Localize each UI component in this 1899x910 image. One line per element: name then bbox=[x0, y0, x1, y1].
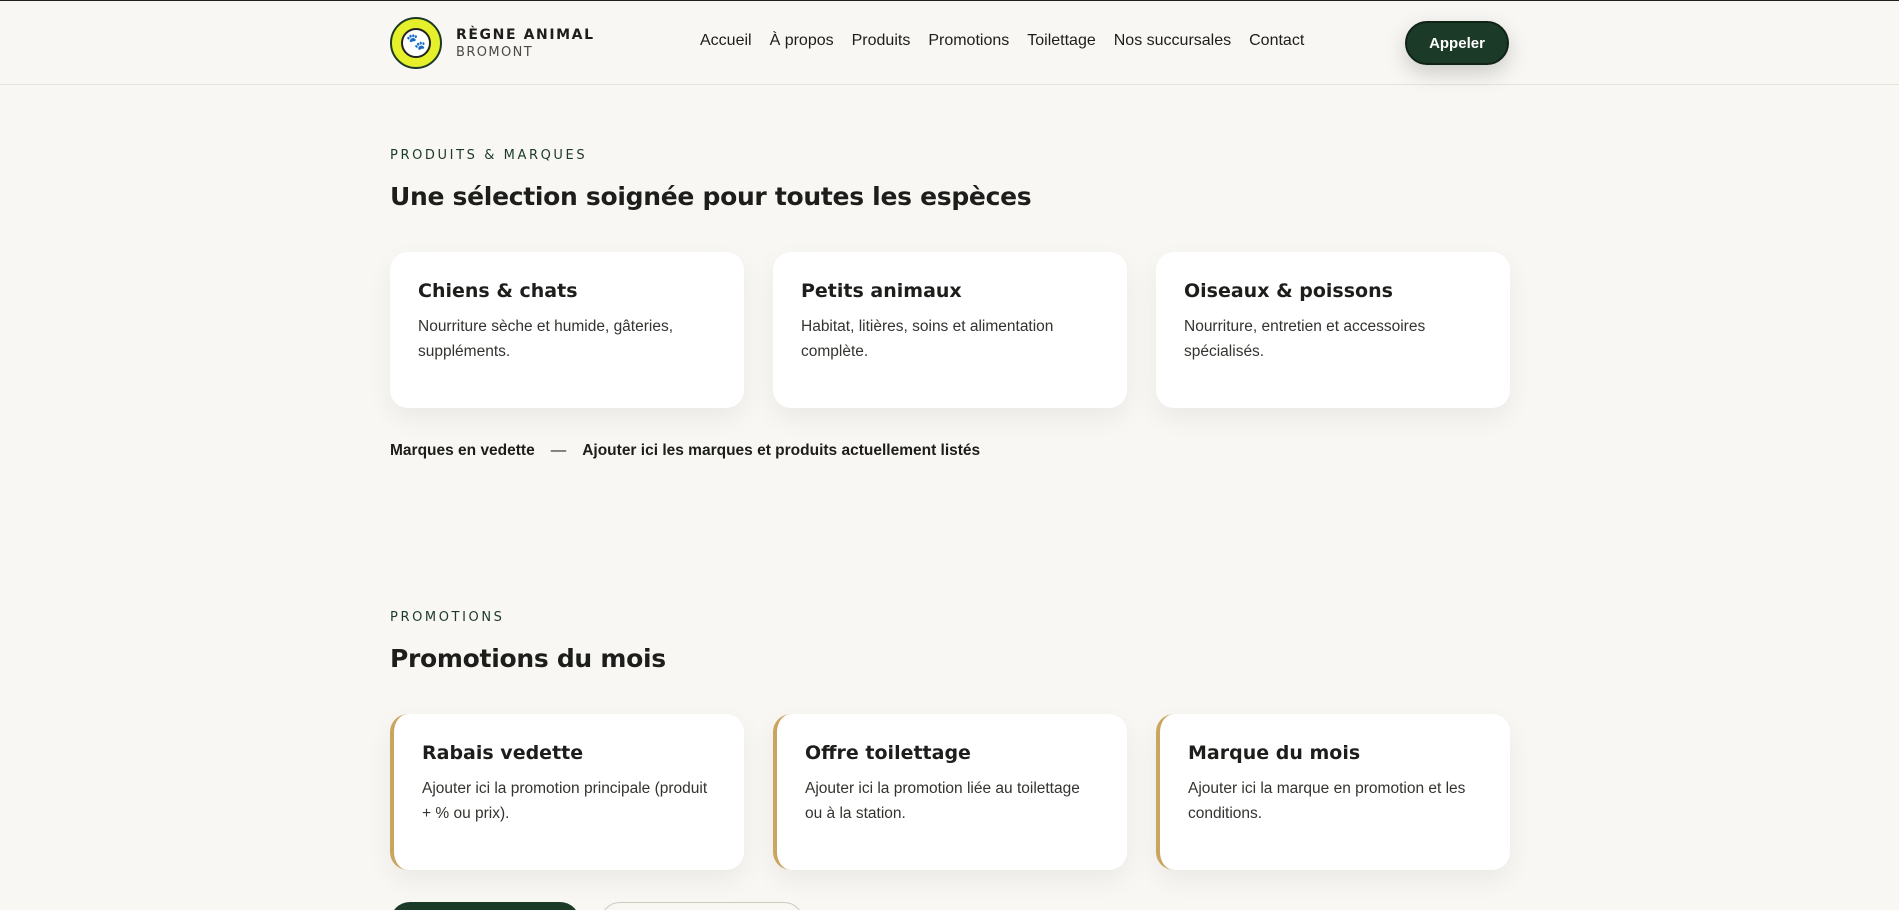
product-card[interactable]: Petits animaux Habitat, litières, soins … bbox=[773, 252, 1127, 408]
card-title: Chiens & chats bbox=[418, 280, 578, 302]
featured-brands: Marques en vedette — Ajouter ici les mar… bbox=[390, 442, 980, 460]
brand-logo[interactable]: 🐾 bbox=[390, 17, 442, 69]
card-title: Rabais vedette bbox=[422, 742, 584, 764]
featured-text: Ajouter ici les marques et produits actu… bbox=[582, 442, 981, 459]
promotion-card[interactable]: Offre toilettage Ajouter ici la promotio… bbox=[773, 714, 1127, 870]
promotions-eyebrow: PROMOTIONS bbox=[390, 610, 505, 625]
primary-action-button[interactable] bbox=[390, 902, 580, 910]
products-title: Une sélection soignée pour toutes les es… bbox=[390, 182, 1032, 211]
brand-name: RÈGNE ANIMAL bbox=[456, 26, 595, 43]
promotions-title: Promotions du mois bbox=[390, 644, 666, 673]
nav-item-promotions[interactable]: Promotions bbox=[928, 32, 1009, 50]
promotion-card[interactable]: Marque du mois Ajouter ici la marque en … bbox=[1156, 714, 1510, 870]
card-title: Oiseaux & poissons bbox=[1184, 280, 1393, 302]
main-nav: Accueil À propos Produits Promotions Toi… bbox=[700, 32, 1322, 50]
product-card[interactable]: Oiseaux & poissons Nourriture, entretien… bbox=[1156, 252, 1510, 408]
card-title: Petits animaux bbox=[801, 280, 962, 302]
card-text: Ajouter ici la marque en promotion et le… bbox=[1188, 780, 1466, 822]
card-text: Nourriture sèche et humide, gâteries, su… bbox=[418, 318, 674, 360]
paw-logo-icon: 🐾 bbox=[401, 28, 431, 58]
nav-item-accueil[interactable]: Accueil bbox=[700, 32, 752, 50]
card-text: Ajouter ici la promotion principale (pro… bbox=[422, 780, 708, 822]
card-text: Ajouter ici la promotion liée au toilett… bbox=[805, 780, 1080, 822]
call-button[interactable]: Appeler bbox=[1405, 21, 1509, 65]
promotion-cards: Rabais vedette Ajouter ici la promotion … bbox=[390, 714, 1510, 870]
nav-item-contact[interactable]: Contact bbox=[1249, 32, 1304, 50]
brand-text: RÈGNE ANIMAL BROMONT bbox=[456, 27, 595, 60]
nav-item-a-propos[interactable]: À propos bbox=[770, 32, 834, 50]
site-header: 🐾 RÈGNE ANIMAL BROMONT Accueil À propos … bbox=[0, 1, 1899, 85]
product-card[interactable]: Chiens & chats Nourriture sèche et humid… bbox=[390, 252, 744, 408]
card-text: Nourriture, entretien et accessoires spé… bbox=[1184, 318, 1426, 360]
brand-city: BROMONT bbox=[456, 44, 534, 60]
nav-item-succursales[interactable]: Nos succursales bbox=[1114, 32, 1231, 50]
card-text: Habitat, litières, soins et alimentation… bbox=[801, 318, 1054, 360]
products-eyebrow: PRODUITS & MARQUES bbox=[390, 148, 588, 163]
featured-label: Marques en vedette bbox=[390, 442, 535, 459]
card-title: Offre toilettage bbox=[805, 742, 971, 764]
nav-item-toilettage[interactable]: Toilettage bbox=[1027, 32, 1096, 50]
nav-item-produits[interactable]: Produits bbox=[852, 32, 911, 50]
card-title: Marque du mois bbox=[1188, 742, 1361, 764]
brand[interactable]: 🐾 RÈGNE ANIMAL BROMONT bbox=[390, 17, 595, 69]
featured-separator: — bbox=[550, 442, 567, 459]
promotion-card[interactable]: Rabais vedette Ajouter ici la promotion … bbox=[390, 714, 744, 870]
products-cards: Chiens & chats Nourriture sèche et humid… bbox=[390, 252, 1510, 408]
secondary-action-button[interactable] bbox=[600, 902, 804, 910]
